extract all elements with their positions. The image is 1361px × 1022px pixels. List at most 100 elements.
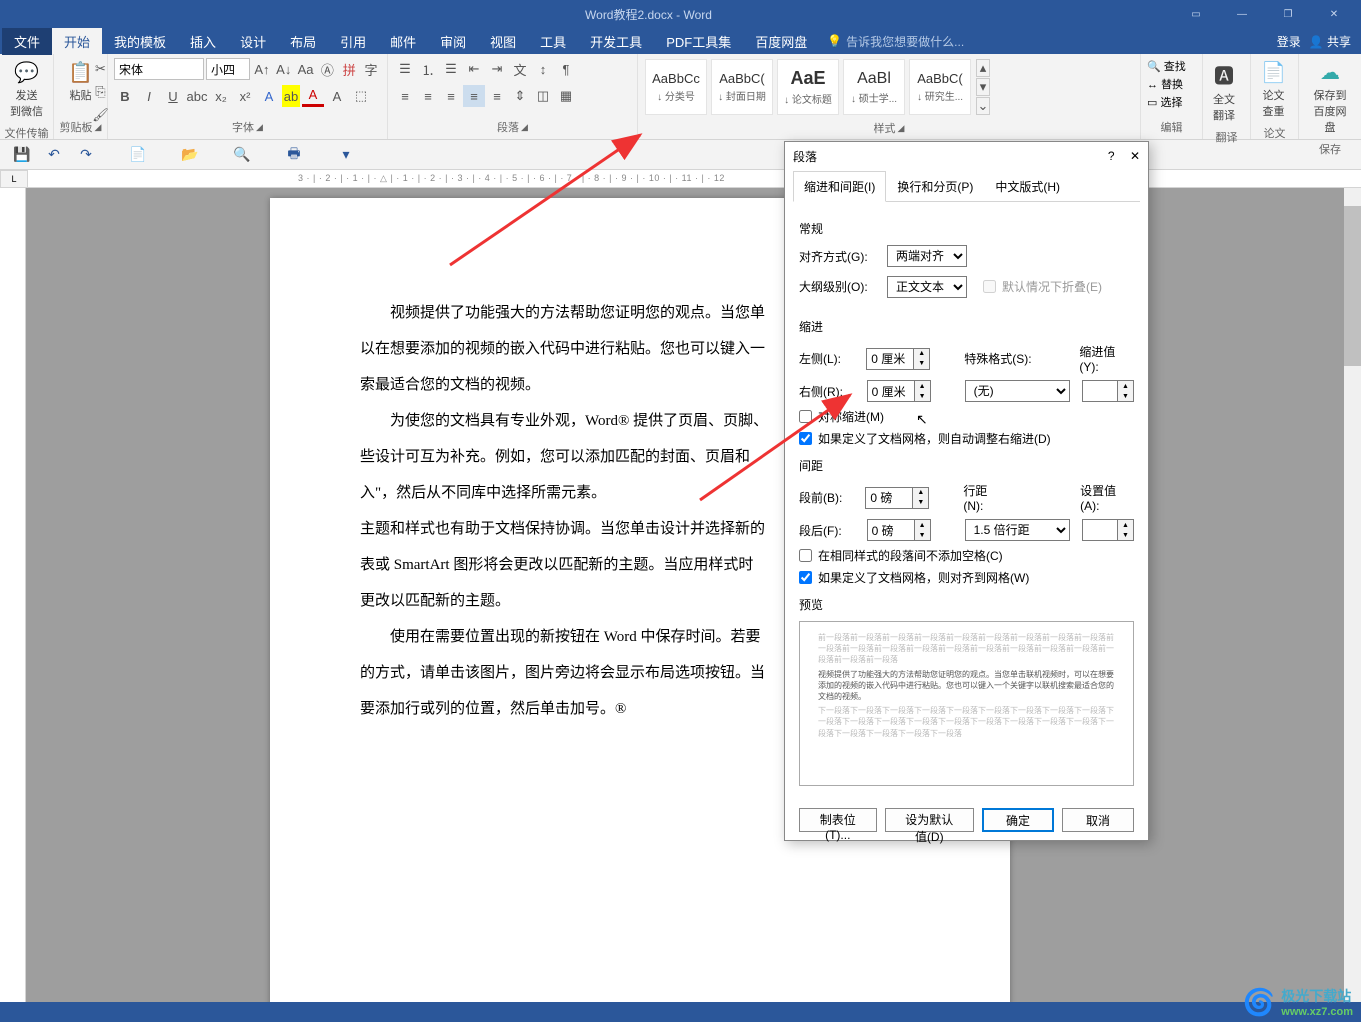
decrease-indent[interactable]: ⇤ [463,58,485,80]
restore-button[interactable]: ❐ [1265,0,1311,28]
spin-down[interactable]: ▼ [914,359,929,369]
checkbox-no-space-same-style[interactable] [799,549,812,562]
menu-mytemplates[interactable]: 我的模板 [102,28,178,55]
close-button[interactable]: ✕ [1311,0,1357,28]
checkbox-snap-to-grid[interactable] [799,571,812,584]
superscript-button[interactable]: x² [234,85,256,107]
numbering-button[interactable]: ⒈ [417,58,439,80]
input-set-value[interactable] [1082,519,1118,541]
styles-more[interactable]: ⌄ [976,97,990,115]
menu-file[interactable]: 文件 [2,28,52,55]
input-left-indent[interactable] [866,348,914,370]
button-set-default[interactable]: 设为默认值(D) [885,808,974,832]
find-button[interactable]: 🔍 查找 [1147,58,1186,74]
tell-me-search[interactable]: 💡 告诉我您想要做什么... [827,33,964,50]
styles-up[interactable]: ▴ [976,59,990,77]
shading-button[interactable]: ◫ [532,85,554,107]
spin-up[interactable]: ▲ [915,520,930,530]
phonetic-guide[interactable]: 拼 [339,58,359,80]
menu-insert[interactable]: 插入 [178,28,228,55]
dialog-close[interactable]: ✕ [1130,149,1140,163]
spin-down[interactable]: ▼ [915,391,930,401]
menu-pdf[interactable]: PDF工具集 [654,28,743,55]
spin-up[interactable]: ▲ [1118,381,1133,391]
spin-up[interactable]: ▲ [915,381,930,391]
sort-button[interactable]: ↕ [532,58,554,80]
select-outline-level[interactable]: 正文文本 [887,276,967,298]
input-space-before[interactable] [865,487,913,509]
plagiarism-check[interactable]: 📄论文 查重 [1257,58,1290,121]
select-alignment[interactable]: 两端对齐 [887,245,967,267]
enclose-chars[interactable]: 字 [361,58,381,80]
spin-up[interactable]: ▲ [1118,520,1133,530]
highlight-button[interactable]: ab [282,85,300,107]
style-item[interactable]: AaBl↓ 硕士学... [843,59,905,115]
style-item[interactable]: AaBbC(↓ 研究生... [909,59,971,115]
login-link[interactable]: 登录 [1277,33,1301,50]
paragraph-launcher[interactable]: ◢ [521,122,528,133]
styles-launcher[interactable]: ◢ [898,123,905,134]
spin-up[interactable]: ▲ [914,349,929,359]
italic-button[interactable]: I [138,85,160,107]
distributed[interactable]: ≡ [486,85,508,107]
shrink-font[interactable]: A↓ [274,58,294,80]
input-space-after[interactable] [867,519,915,541]
qat-redo[interactable]: ↷ [74,143,98,167]
bullets-button[interactable]: ☰ [394,58,416,80]
borders-button[interactable]: ▦ [555,85,577,107]
qat-open[interactable]: 📂 [178,143,202,167]
cut-button[interactable]: ✂ [90,58,112,80]
spin-down[interactable]: ▼ [915,530,930,540]
subscript-button[interactable]: x₂ [210,85,232,107]
button-tabstops[interactable]: 制表位(T)... [799,808,877,832]
horizontal-ruler[interactable]: 3 · | · 2 · | · 1 · | · △ | · 1 · | · 2 … [28,170,1361,188]
style-item[interactable]: AaBbCc↓ 分类号 [645,59,707,115]
copy-button[interactable]: ⎘ [90,81,112,103]
asian-layout[interactable]: 文 [509,58,531,80]
align-left[interactable]: ≡ [394,85,416,107]
grow-font[interactable]: A↑ [252,58,272,80]
qat-more[interactable]: ▾ [334,143,358,167]
spin-up[interactable]: ▲ [913,488,928,498]
vertical-scrollbar[interactable] [1344,188,1361,1002]
qat-undo[interactable]: ↶ [42,143,66,167]
align-right[interactable]: ≡ [440,85,462,107]
bold-button[interactable]: B [114,85,136,107]
underline-button[interactable]: U [162,85,184,107]
save-to-baidu[interactable]: ☁保存到 百度网盘 [1305,58,1355,137]
character-border[interactable]: ⬚ [350,85,372,107]
format-painter[interactable]: 🖌 [90,104,112,126]
send-to-wechat[interactable]: 💬发送 到微信 [6,58,47,121]
menu-baidu[interactable]: 百度网盘 [743,28,819,55]
share-button[interactable]: 👤 共享 [1309,33,1351,50]
increase-indent[interactable]: ⇥ [486,58,508,80]
style-item[interactable]: AaBbC(↓ 封面日期 [711,59,773,115]
show-marks[interactable]: ¶ [555,58,577,80]
menu-view[interactable]: 视图 [478,28,528,55]
qat-new[interactable]: 📄 [126,143,150,167]
replace-button[interactable]: ↔ 替换 [1147,76,1183,92]
tab-cjk-layout[interactable]: 中文版式(H) [984,171,1071,202]
menu-mail[interactable]: 邮件 [378,28,428,55]
style-item[interactable]: AaE↓ 论文标题 [777,59,839,115]
font-color[interactable]: A [302,85,324,107]
select-button[interactable]: ▭ 选择 [1147,94,1182,110]
strikethrough-button[interactable]: abc [186,85,208,107]
select-line-spacing[interactable]: 1.5 倍行距 [965,519,1070,541]
menu-design[interactable]: 设计 [228,28,278,55]
menu-devtools[interactable]: 开发工具 [578,28,654,55]
input-right-indent[interactable] [867,380,915,402]
full-translate[interactable]: 🅰全文 翻译 [1209,58,1239,125]
checkbox-auto-right-indent[interactable] [799,432,812,445]
font-name-combo[interactable] [114,58,204,80]
minimize-button[interactable]: — [1219,0,1265,28]
select-special-indent[interactable]: (无) [965,380,1070,402]
menu-review[interactable]: 审阅 [428,28,478,55]
checkbox-mirror-indent[interactable] [799,410,812,423]
font-size-combo[interactable] [206,58,250,80]
qat-save[interactable]: 💾 [10,143,34,167]
button-ok[interactable]: 确定 [982,808,1054,832]
justify[interactable]: ≡ [463,85,485,107]
align-center[interactable]: ≡ [417,85,439,107]
qat-print[interactable]: 🖶 [282,143,306,167]
